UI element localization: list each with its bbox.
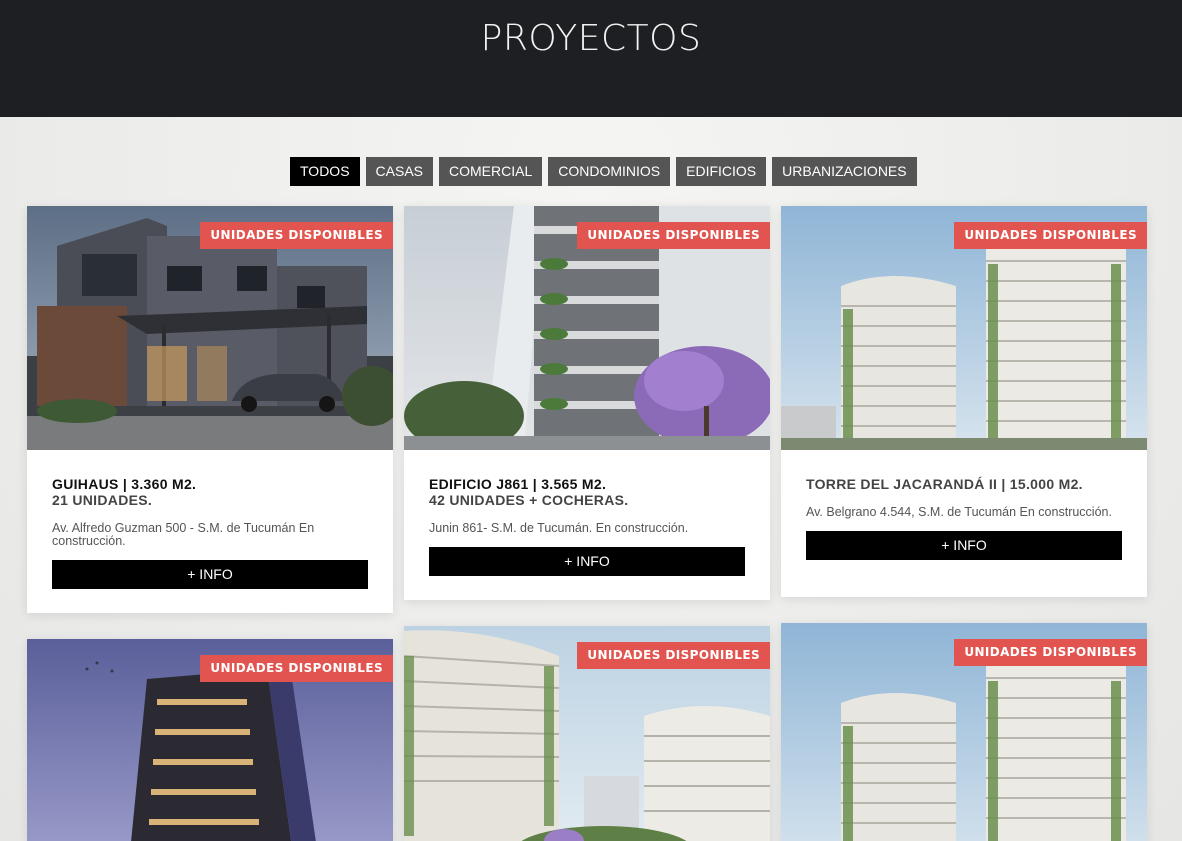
filter-bar: TODOS CASAS COMERCIAL CONDOMINIOS EDIFIC… xyxy=(290,157,917,186)
project-image[interactable]: UNIDADES DISPONIBLES xyxy=(404,626,770,841)
card-body: GUIHAUS | 3.360 M2. 21 UNIDADES. Av. Alf… xyxy=(52,476,368,589)
filter-edificios[interactable]: EDIFICIOS xyxy=(676,157,767,186)
project-card[interactable]: UNIDADES DISPONIBLES xyxy=(781,623,1147,841)
project-units: 21 UNIDADES. xyxy=(52,492,153,508)
project-image[interactable]: UNIDADES DISPONIBLES xyxy=(781,623,1147,841)
project-card[interactable]: UNIDADES DISPONIBLES GUIHAUS | 3.360 M2.… xyxy=(27,206,393,613)
filter-casas[interactable]: CASAS xyxy=(365,157,433,186)
page-title: PROYECTOS xyxy=(480,18,702,59)
card-body: EDIFICIO J861 | 3.565 M2. 42 UNIDADES + … xyxy=(429,476,745,576)
project-card[interactable]: UNIDADES DISPONIBLES xyxy=(404,626,770,841)
page-header: PROYECTOS xyxy=(0,0,1182,117)
project-title: TORRE DEL JACARANDÁ II | 15.000 M2. xyxy=(806,476,1083,492)
filter-todos[interactable]: TODOS xyxy=(290,157,360,186)
project-address: Av. Belgrano 4.544, S.M. de Tucumán En c… xyxy=(806,505,1112,519)
project-title: EDIFICIO J861 | 3.565 M2. xyxy=(429,476,607,492)
project-address: Av. Alfredo Guzman 500 - S.M. de Tucumán… xyxy=(52,521,315,548)
project-card[interactable]: UNIDADES DISPONIBLES xyxy=(27,639,393,841)
project-address: Junin 861- S.M. de Tucumán. En construcc… xyxy=(429,521,689,535)
filter-condominios[interactable]: CONDOMINIOS xyxy=(548,157,671,186)
availability-badge: UNIDADES DISPONIBLES xyxy=(577,642,770,669)
project-image[interactable]: UNIDADES DISPONIBLES xyxy=(404,206,770,450)
availability-badge: UNIDADES DISPONIBLES xyxy=(954,222,1147,249)
availability-badge: UNIDADES DISPONIBLES xyxy=(954,639,1147,666)
card-body: TORRE DEL JACARANDÁ II | 15.000 M2. Av. … xyxy=(806,476,1122,560)
project-title: GUIHAUS | 3.360 M2. xyxy=(52,476,197,492)
info-button[interactable]: + INFO xyxy=(429,547,745,576)
project-image[interactable]: UNIDADES DISPONIBLES xyxy=(27,206,393,450)
project-card[interactable]: UNIDADES DISPONIBLES TORRE DEL JACARANDÁ… xyxy=(781,206,1147,597)
filter-urbanizaciones[interactable]: URBANIZACIONES xyxy=(772,157,917,186)
availability-badge: UNIDADES DISPONIBLES xyxy=(200,655,393,682)
project-image[interactable]: UNIDADES DISPONIBLES xyxy=(27,639,393,841)
project-image[interactable]: UNIDADES DISPONIBLES xyxy=(781,206,1147,450)
info-button[interactable]: + INFO xyxy=(806,531,1122,560)
project-units: 42 UNIDADES + COCHERAS. xyxy=(429,492,629,508)
filter-comercial[interactable]: COMERCIAL xyxy=(439,157,543,186)
availability-badge: UNIDADES DISPONIBLES xyxy=(200,222,393,249)
availability-badge: UNIDADES DISPONIBLES xyxy=(577,222,770,249)
project-card[interactable]: UNIDADES DISPONIBLES EDIFICIO J861 | 3.5… xyxy=(404,206,770,600)
info-button[interactable]: + INFO xyxy=(52,560,368,589)
